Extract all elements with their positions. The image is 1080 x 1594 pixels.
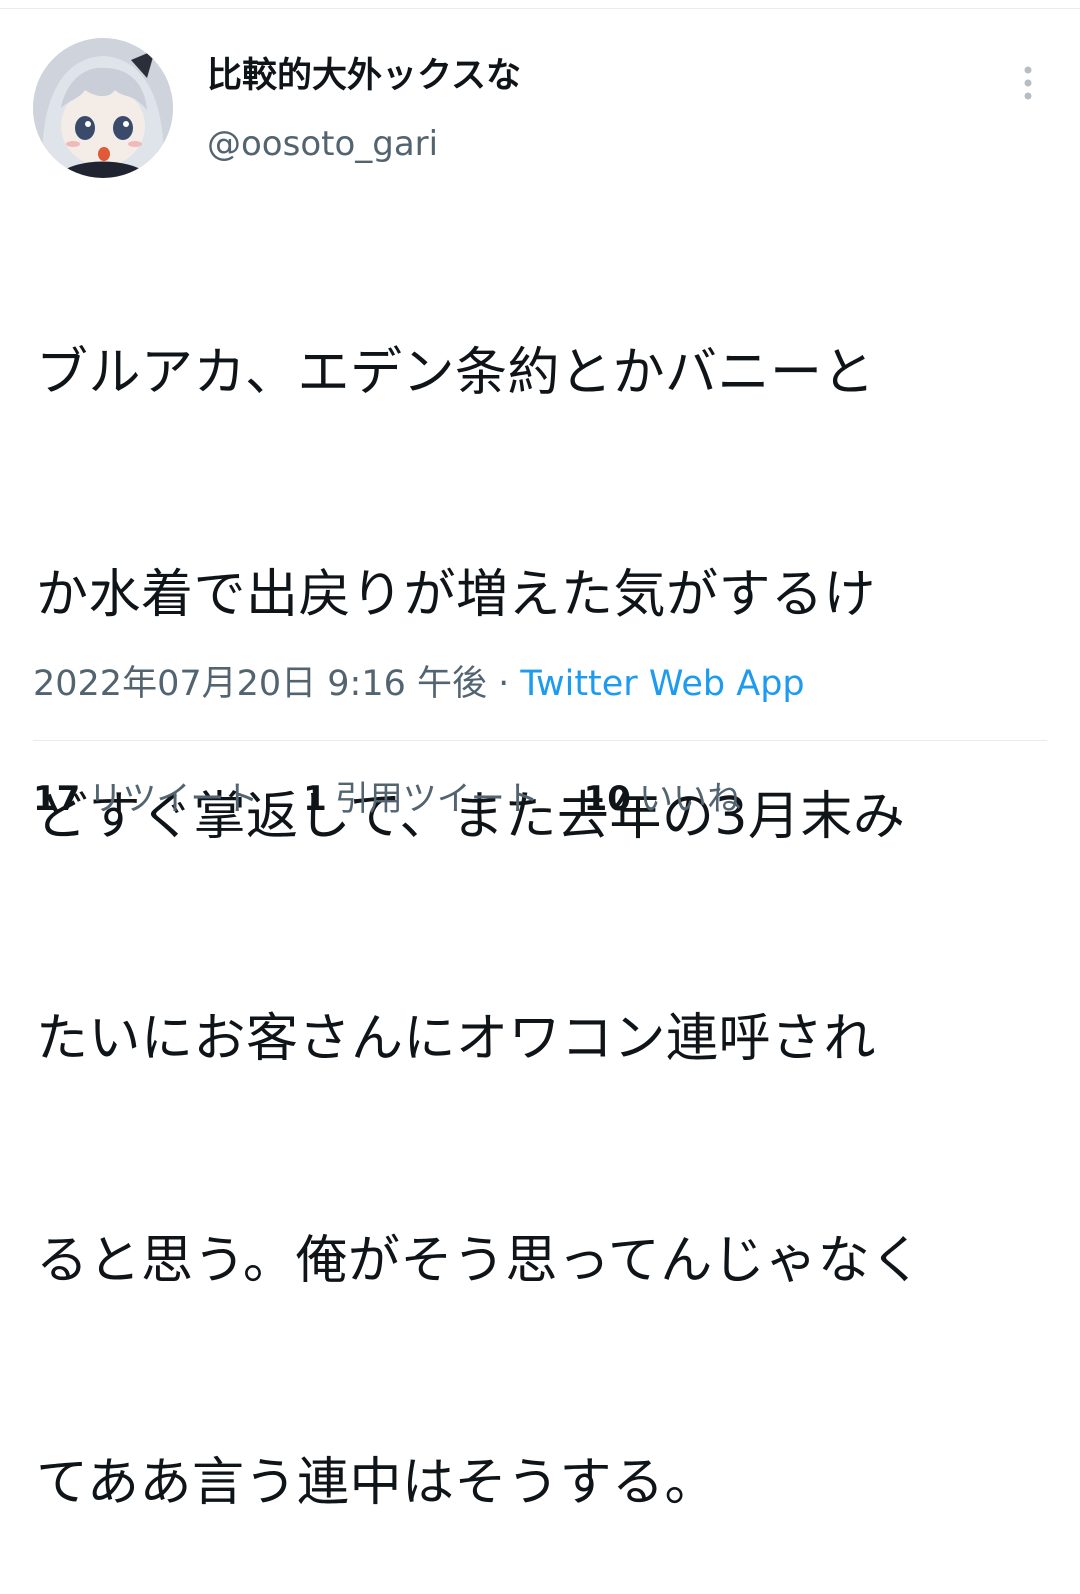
quotes-stat[interactable]: 1 引用ツイート xyxy=(303,776,539,822)
display-name[interactable]: 比較的大外ックスな xyxy=(207,52,521,100)
retweets-count: 17 xyxy=(33,779,81,819)
likes-count: 10 xyxy=(583,779,631,819)
retweets-label: リツイート xyxy=(88,779,259,819)
user-handle[interactable]: @oosoto_gari xyxy=(207,122,438,166)
tweet-source-link[interactable]: Twitter Web App xyxy=(520,664,804,704)
retweets-stat[interactable]: 17 リツイート xyxy=(33,776,258,822)
tweet-meta: 2022年07月20日 9:16 午後 · Twitter Web App xyxy=(33,660,805,708)
quotes-count: 1 xyxy=(303,779,327,819)
stats-divider xyxy=(33,740,1047,741)
likes-stat[interactable]: 10 いいね xyxy=(584,776,741,822)
tweet-text-line: てああ言う連中はそうする。 xyxy=(36,1453,717,1513)
tweet-text-line: たいにお客さんにオワコン連呼され xyxy=(36,1009,877,1069)
likes-label: いいね xyxy=(638,779,741,819)
more-vertical-icon[interactable] xyxy=(1008,60,1048,106)
avatar[interactable] xyxy=(33,38,173,178)
tweet-stats: 17 リツイート 1 引用ツイート 10 いいね xyxy=(33,776,775,822)
avatar-image xyxy=(33,38,173,178)
tweet-text: ブルアカ、エデン条約とかバニーと か水着で出戻りが増えた気がするけ どすぐ掌返し… xyxy=(36,188,1046,1594)
tweet-header: 比較的大外ックスな @oosoto_gari xyxy=(0,38,1080,178)
quotes-label: 引用ツイート xyxy=(334,779,539,819)
tweet-text-line: ると思う。俺がそう思ってんじゃなく xyxy=(36,1231,923,1291)
tweet-text-line: か水着で出戻りが増えた気がするけ xyxy=(36,565,877,625)
tweet-text-line: ブルアカ、エデン条約とかバニーと xyxy=(36,343,875,403)
tweet-timestamp[interactable]: 2022年07月20日 9:16 午後 xyxy=(33,664,487,704)
top-divider xyxy=(0,0,1080,9)
meta-separator: · xyxy=(487,664,521,704)
